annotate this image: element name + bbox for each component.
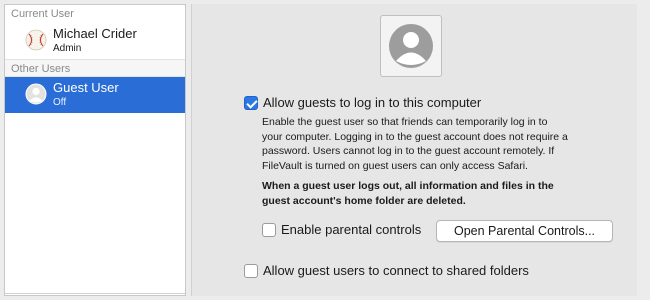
sidebar-divider	[5, 293, 185, 295]
warning-line: guest account's home folder are deleted.	[262, 194, 466, 207]
guest-warning: When a guest user logs out, all informat…	[262, 179, 607, 208]
shared-folders-checkbox[interactable]	[244, 264, 258, 278]
users-sidebar: Current User Michael Crider Admin Other …	[4, 4, 186, 296]
parental-controls-checkbox[interactable]	[262, 223, 276, 237]
person-silhouette-icon	[389, 24, 433, 68]
allow-guests-label: Allow guests to log in to this computer	[263, 95, 482, 110]
sidebar-item-name: Michael Crider	[53, 26, 137, 41]
person-silhouette-icon	[25, 83, 47, 105]
description-line: password. Users cannot log in to the gue…	[262, 145, 555, 158]
open-parental-controls-button[interactable]: Open Parental Controls...	[436, 220, 613, 242]
guest-avatar[interactable]	[380, 15, 442, 77]
sidebar-item-name: Guest User	[53, 80, 119, 95]
sidebar-item-role: Off	[53, 97, 67, 108]
shared-folders-label: Allow guest users to connect to shared f…	[263, 263, 529, 278]
sidebar-item-role: Admin	[53, 43, 82, 54]
current-user-header: Current User	[11, 8, 74, 20]
allow-guests-checkbox[interactable]	[244, 96, 258, 110]
parental-controls-label: Enable parental controls	[281, 222, 422, 237]
other-users-header: Other Users	[5, 59, 185, 77]
description-line: Enable the guest user so that friends ca…	[262, 116, 548, 128]
description-line: your computer. Logging in to the guest a…	[262, 130, 568, 143]
guest-description: Enable the guest user so that friends ca…	[262, 115, 607, 173]
warning-line: When a guest user logs out, all informat…	[262, 180, 554, 192]
sidebar-item-michael-crider[interactable]: Michael Crider Admin	[5, 23, 185, 59]
baseball-avatar-icon	[25, 29, 47, 51]
sidebar-item-guest-user[interactable]: Guest User Off	[5, 77, 185, 113]
description-line: FileVault is turned on guest users can o…	[262, 159, 528, 172]
